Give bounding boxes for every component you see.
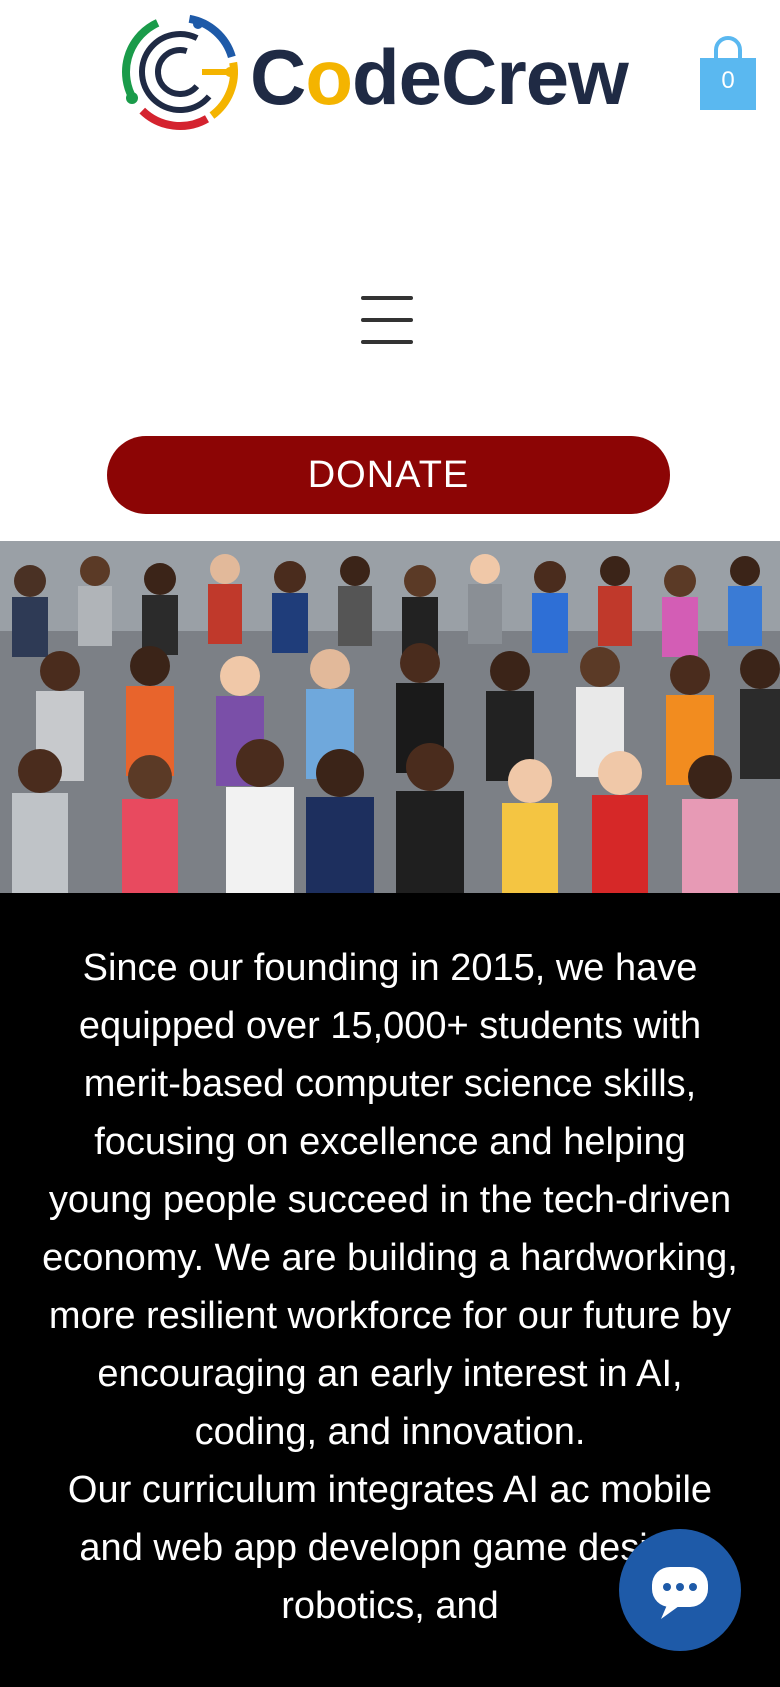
group-photo-illustration	[0, 541, 780, 893]
hamburger-menu-icon[interactable]	[357, 294, 417, 346]
logo-letter-c: C	[250, 33, 306, 121]
logo-letter-o-power: o	[305, 33, 353, 121]
mission-paragraph-1: Since our founding in 2015, we have equi…	[42, 947, 738, 1453]
codecrew-logo[interactable]: CodeCrew	[118, 10, 658, 135]
logo-mark-icon	[122, 14, 238, 130]
donate-button[interactable]: DONATE	[107, 436, 670, 514]
logo-wordmark: CodeCrew	[250, 38, 629, 116]
chat-bubble-icon	[652, 1567, 708, 1619]
site-header: CodeCrew 0 DONATE	[0, 0, 780, 541]
group-photo-image	[0, 541, 780, 893]
menu-bar-middle	[361, 318, 413, 322]
menu-bar-top	[361, 296, 413, 300]
cart-count[interactable]: 0	[698, 66, 758, 96]
menu-bar-bottom	[361, 340, 413, 344]
chat-widget-button[interactable]	[619, 1529, 741, 1651]
logo-letters-decrew: deCrew	[352, 33, 629, 121]
